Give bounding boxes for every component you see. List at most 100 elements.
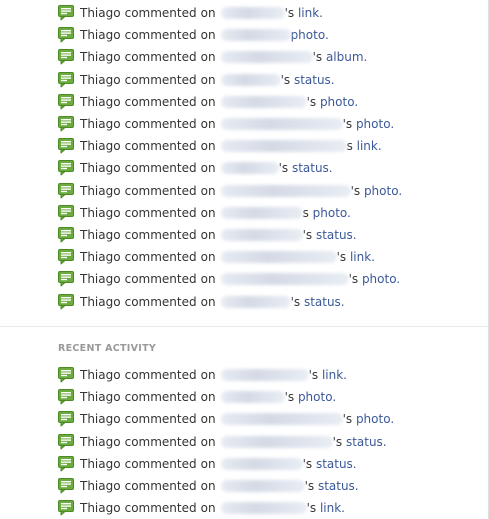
preposition: on	[200, 479, 216, 494]
action-verb: commented	[124, 161, 197, 176]
actor-link[interactable]: Thiago	[80, 73, 121, 87]
activity-item: Thiago commented on s photo.	[0, 202, 489, 224]
object-link[interactable]: status.	[304, 295, 345, 309]
actor-link[interactable]: Thiago	[80, 435, 121, 449]
object-link[interactable]: link.	[357, 139, 382, 153]
actor-link[interactable]: Thiago	[80, 412, 121, 426]
object-link[interactable]: photo.	[298, 390, 336, 404]
comment-bubble-icon	[58, 93, 74, 110]
redacted-name[interactable]	[220, 51, 313, 64]
activity-list-top: Thiago commented on 's link. Thiago comm…	[0, 2, 489, 313]
redacted-name[interactable]	[220, 206, 303, 219]
redacted-name[interactable]	[220, 162, 279, 175]
recent-activity-heading: RECENT ACTIVITY	[58, 343, 157, 354]
preposition: on	[200, 368, 216, 383]
redacted-name[interactable]	[220, 251, 337, 264]
object-link[interactable]: link.	[322, 368, 347, 382]
activity-item: Thiago commented on 's link.	[0, 2, 489, 24]
redacted-name[interactable]	[220, 457, 303, 470]
actor-link[interactable]: Thiago	[80, 368, 121, 382]
comment-bubble-icon	[58, 455, 74, 472]
object-link[interactable]: album.	[326, 50, 367, 64]
actor-link[interactable]: Thiago	[80, 457, 121, 471]
actor-link[interactable]: Thiago	[80, 184, 121, 198]
object-link[interactable]: status.	[294, 73, 335, 87]
comment-bubble-icon	[58, 116, 74, 132]
action-verb: commented	[124, 50, 197, 65]
object-link[interactable]: status.	[292, 161, 333, 175]
activity-item: Thiago commented on 's status.	[0, 431, 489, 453]
object-link[interactable]: photo.	[362, 272, 400, 286]
comment-bubble-icon	[58, 160, 74, 176]
redacted-name[interactable]	[220, 73, 281, 86]
activity-item: Thiago commented on 's link.	[0, 246, 489, 268]
object-link[interactable]: status.	[316, 457, 357, 471]
comment-bubble-icon	[58, 367, 74, 383]
possessive: 's	[348, 272, 362, 287]
redacted-name[interactable]	[220, 29, 291, 42]
redacted-name[interactable]	[220, 140, 347, 153]
actor-link[interactable]: Thiago	[80, 501, 121, 515]
actor-link[interactable]: Thiago	[80, 139, 121, 153]
redacted-name[interactable]	[220, 391, 285, 404]
redacted-name[interactable]	[220, 228, 303, 241]
comment-bubble-icon	[58, 433, 74, 450]
object-link[interactable]: status.	[346, 435, 387, 449]
object-link[interactable]: photo.	[356, 412, 394, 426]
activity-list-recent: Thiago commented on 's link. Thiago comm…	[0, 364, 489, 519]
object-link[interactable]: status.	[318, 479, 359, 493]
actor-link[interactable]: Thiago	[80, 206, 121, 220]
object-link[interactable]: photo.	[291, 28, 329, 42]
redacted-name[interactable]	[220, 435, 333, 448]
object-link[interactable]: photo.	[364, 184, 402, 198]
actor-link[interactable]: Thiago	[80, 250, 121, 264]
actor-link[interactable]: Thiago	[80, 50, 121, 64]
possessive: 's	[308, 368, 322, 383]
preposition: on	[200, 50, 216, 65]
redacted-name[interactable]	[220, 480, 305, 493]
object-link[interactable]: link.	[350, 250, 375, 264]
actor-link[interactable]: Thiago	[80, 479, 121, 493]
possessive: s	[302, 205, 313, 220]
action-verb: commented	[124, 205, 197, 220]
activity-item: Thiago commented on 's photo.	[0, 180, 489, 202]
redacted-name[interactable]	[220, 502, 307, 515]
redacted-name[interactable]	[220, 7, 285, 20]
action-verb: commented	[124, 412, 197, 427]
action-verb: commented	[124, 250, 197, 265]
action-verb: commented	[124, 479, 197, 494]
object-link[interactable]: photo.	[356, 117, 394, 131]
object-link[interactable]: photo.	[320, 95, 358, 109]
actor-link[interactable]: Thiago	[80, 95, 121, 109]
actor-link[interactable]: Thiago	[80, 295, 121, 309]
possessive: 's	[350, 183, 364, 198]
preposition: on	[200, 412, 216, 427]
redacted-name[interactable]	[220, 95, 307, 108]
possessive: 's	[278, 161, 292, 176]
object-link[interactable]: link.	[320, 501, 345, 515]
redacted-name[interactable]	[220, 413, 343, 426]
actor-link[interactable]: Thiago	[80, 161, 121, 175]
object-link[interactable]: status.	[316, 228, 357, 242]
actor-link[interactable]: Thiago	[80, 28, 121, 42]
action-verb: commented	[124, 294, 197, 309]
redacted-name[interactable]	[220, 184, 351, 197]
redacted-name[interactable]	[220, 369, 309, 382]
actor-link[interactable]: Thiago	[80, 228, 121, 242]
redacted-name[interactable]	[220, 273, 349, 286]
actor-link[interactable]: Thiago	[80, 390, 121, 404]
activity-item: Thiago commented on 's photo.	[0, 268, 489, 290]
redacted-name[interactable]	[220, 295, 291, 308]
actor-link[interactable]: Thiago	[80, 272, 121, 286]
activity-item: Thiago commented on 's status.	[0, 290, 489, 312]
actor-link[interactable]: Thiago	[80, 117, 121, 131]
object-link[interactable]: photo.	[313, 206, 351, 220]
preposition: on	[200, 434, 216, 449]
actor-link[interactable]: Thiago	[80, 6, 121, 20]
preposition: on	[200, 227, 216, 242]
action-verb: commented	[124, 139, 197, 154]
comment-bubble-icon	[58, 5, 74, 21]
comment-bubble-icon	[58, 389, 74, 405]
redacted-name[interactable]	[220, 118, 343, 131]
object-link[interactable]: link.	[298, 6, 323, 20]
